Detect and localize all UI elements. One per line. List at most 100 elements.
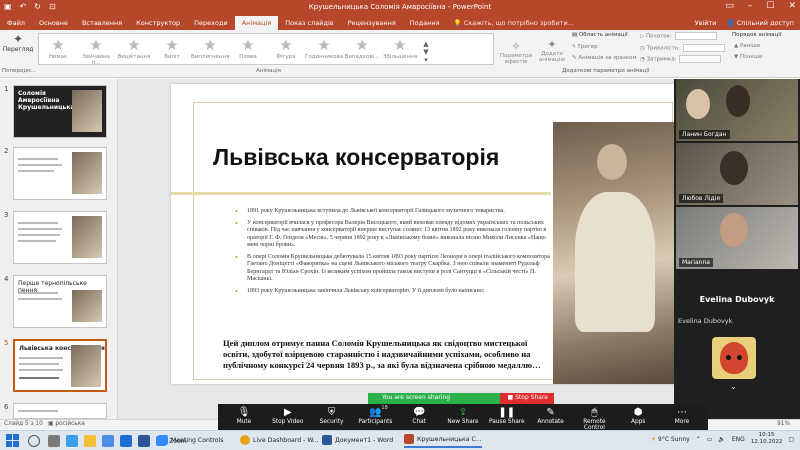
thumbnail-row[interactable]: 4 Перше тернопільське пення [0, 273, 116, 329]
thumbnail-text [18, 170, 54, 172]
mask-eye [726, 355, 731, 360]
minimize-icon[interactable]: – [748, 1, 753, 11]
delay-field[interactable]: ◔ Затримка: [640, 55, 722, 63]
slide-thumbnail[interactable]: Перше тернопільське пення [13, 275, 107, 328]
maximize-icon[interactable]: ☐ [766, 1, 774, 11]
thumbnail-text [19, 369, 63, 371]
effect-options-button[interactable]: ✧ Параметри ефектів [498, 40, 534, 65]
tab-transitions[interactable]: Переходи [187, 16, 235, 30]
powerpoint-icon [404, 434, 414, 444]
portrait-photo[interactable] [553, 122, 677, 384]
move-earlier-button[interactable]: ▲ Раніше [734, 43, 760, 49]
search-icon[interactable] [28, 435, 40, 447]
start-field[interactable]: ▷ Початок: [640, 32, 717, 40]
tell-me-search[interactable]: 💡 Скажіть, що потрібно зробити... [447, 19, 581, 27]
trigger-button[interactable]: ϟ Тригер [572, 44, 598, 50]
duration-input[interactable] [682, 44, 725, 52]
participants-button[interactable]: 👥 18 Participants [355, 404, 395, 431]
remote-control-icon: 🖱 [591, 407, 598, 418]
language-indicator-tray[interactable]: ENG [732, 436, 745, 443]
windows-start-icon[interactable] [6, 434, 19, 447]
animation-random[interactable]: ★ Випадкові... [343, 34, 381, 64]
gallery-scroll[interactable]: ▲ ▼ ▾ [419, 34, 433, 64]
bullet-list[interactable]: 1891 року Крушельницька вступила до Льві… [235, 208, 551, 299]
taskbar-app-chrome[interactable]: Live Dashboard - W... [240, 432, 319, 448]
sign-in-link[interactable]: Увійти [695, 16, 717, 30]
notifications-icon[interactable]: ▢ [788, 436, 794, 443]
remote-control-button[interactable]: 🖱 Remote Control [574, 404, 614, 431]
slide-thumbnails-pane[interactable]: 1 Соломія Амвросіївна Крушельницька 2 3 [0, 79, 118, 419]
thumbnail-row[interactable]: 5 Львівська консерваторія [0, 337, 116, 393]
tab-animations[interactable]: Анімація [234, 16, 279, 30]
animation-shape[interactable]: ★ Фігура [267, 34, 305, 64]
participant-tile[interactable]: Marianna [676, 207, 798, 269]
animation-appear[interactable]: ★ Звичайна п... [77, 34, 115, 66]
animation-pane-button[interactable]: ▤ Область анімації [572, 32, 628, 38]
animation-grow[interactable]: ★ Збільшення [381, 34, 419, 64]
duration-field[interactable]: ◷ Тривалість: [640, 44, 725, 52]
tab-design[interactable]: Конструктор [129, 16, 187, 30]
delay-input[interactable] [679, 55, 722, 63]
zoom-level[interactable]: 91% [777, 421, 790, 427]
weather-widget[interactable]: ☀ 9°C Sunny [651, 436, 690, 443]
taskbar-app-meeting-controls[interactable]: Meeting Controls [158, 432, 224, 448]
slide-thumbnail[interactable] [13, 147, 107, 200]
animation-wheel[interactable]: ★ Годинникова... [305, 34, 348, 64]
tab-slideshow[interactable]: Показ слайдів [278, 16, 340, 30]
move-later-button[interactable]: ▼ Пізніше [734, 54, 762, 60]
pause-share-button[interactable]: ❚❚ Pause Share [487, 404, 527, 431]
thumbnail-row[interactable]: 2 [0, 145, 116, 201]
animation-split[interactable]: ★ Поява [229, 34, 267, 64]
tab-view[interactable]: Подання [403, 16, 447, 30]
start-input[interactable] [674, 32, 717, 40]
chat-button[interactable]: 💬 Chat [399, 404, 439, 431]
diploma-quote[interactable]: Цей диплом отримує панна Соломія Крушель… [223, 338, 553, 371]
animation-none[interactable]: ★ Немає [39, 34, 77, 64]
security-button[interactable]: ⛨ Security [312, 404, 352, 431]
more-button[interactable]: ⋯ More [662, 404, 702, 431]
clock[interactable]: 10:15 12.10.2022 [751, 432, 783, 446]
animation-fly-in[interactable]: ★ Виліт [153, 34, 191, 64]
apps-button[interactable]: ⬢ Apps [618, 404, 658, 431]
share-button[interactable]: 👤 Спільний доступ [727, 16, 794, 30]
animation-float-in[interactable]: ★ Виплигнення [191, 34, 229, 64]
thumbnail-row[interactable]: 1 Соломія Амвросіївна Крушельницька [0, 83, 116, 139]
taskbar-app-word[interactable]: Документ1 - Word [322, 432, 393, 448]
participant-tile[interactable]: Ланин Богдан [676, 79, 798, 141]
annotate-button[interactable]: ✎ Annotate [531, 404, 571, 431]
slide-thumbnail[interactable] [13, 403, 107, 419]
preview-button[interactable]: ✦ Перегляд [2, 32, 34, 68]
tab-home[interactable]: Основне [32, 16, 75, 30]
ribbon-display-icon[interactable]: ▭ [725, 1, 734, 11]
tray-overflow-icon[interactable]: ⌃ [696, 436, 701, 443]
word-pinned-icon[interactable] [138, 435, 150, 447]
slide-thumbnail[interactable]: Соломія Амвросіївна Крушельницька [13, 85, 107, 138]
mute-button[interactable]: 🎙 Mute [224, 404, 264, 431]
tab-insert[interactable]: Вставлення [75, 16, 129, 30]
animation-fade[interactable]: ★ Вицвітання [115, 34, 153, 64]
stop-share-button[interactable]: ■ Stop Share [499, 393, 554, 404]
participant-tile[interactable]: Любов Лідія [676, 143, 798, 205]
slide-title[interactable]: Львівська консерваторія [213, 144, 499, 171]
taskbar-app-powerpoint[interactable]: Крушельницька С... [404, 432, 482, 448]
volume-icon[interactable]: 🔈 [718, 436, 725, 443]
network-icon[interactable]: ▭ [707, 436, 713, 443]
thumbnail-row[interactable]: 3 [0, 209, 116, 265]
slide-thumbnail-selected[interactable]: Львівська консерваторія [13, 339, 107, 392]
chevron-down-icon[interactable]: ⌄ [730, 382, 737, 391]
tab-review[interactable]: Рецензування [341, 16, 403, 30]
new-share-button[interactable]: ⇪ New Share [443, 404, 483, 431]
mail-icon[interactable] [120, 435, 132, 447]
add-animation-button[interactable]: ✦ Додати анімацію [536, 38, 568, 63]
tab-file[interactable]: Файл [0, 16, 32, 30]
slide-canvas[interactable]: Львівська консерваторія 1891 року Крушел… [171, 84, 677, 384]
close-icon[interactable]: ✕ [788, 1, 796, 11]
file-explorer-icon[interactable] [84, 435, 96, 447]
language-indicator[interactable]: ▣ російська [48, 421, 85, 427]
stop-video-button[interactable]: ▶ Stop Video [268, 404, 308, 431]
task-view-icon[interactable] [48, 435, 60, 447]
slide-thumbnail[interactable] [13, 211, 107, 264]
store-icon[interactable] [102, 435, 114, 447]
animation-painter-button[interactable]: ✎ Анімація за зразком [572, 55, 637, 61]
edge-browser-icon[interactable] [66, 435, 78, 447]
